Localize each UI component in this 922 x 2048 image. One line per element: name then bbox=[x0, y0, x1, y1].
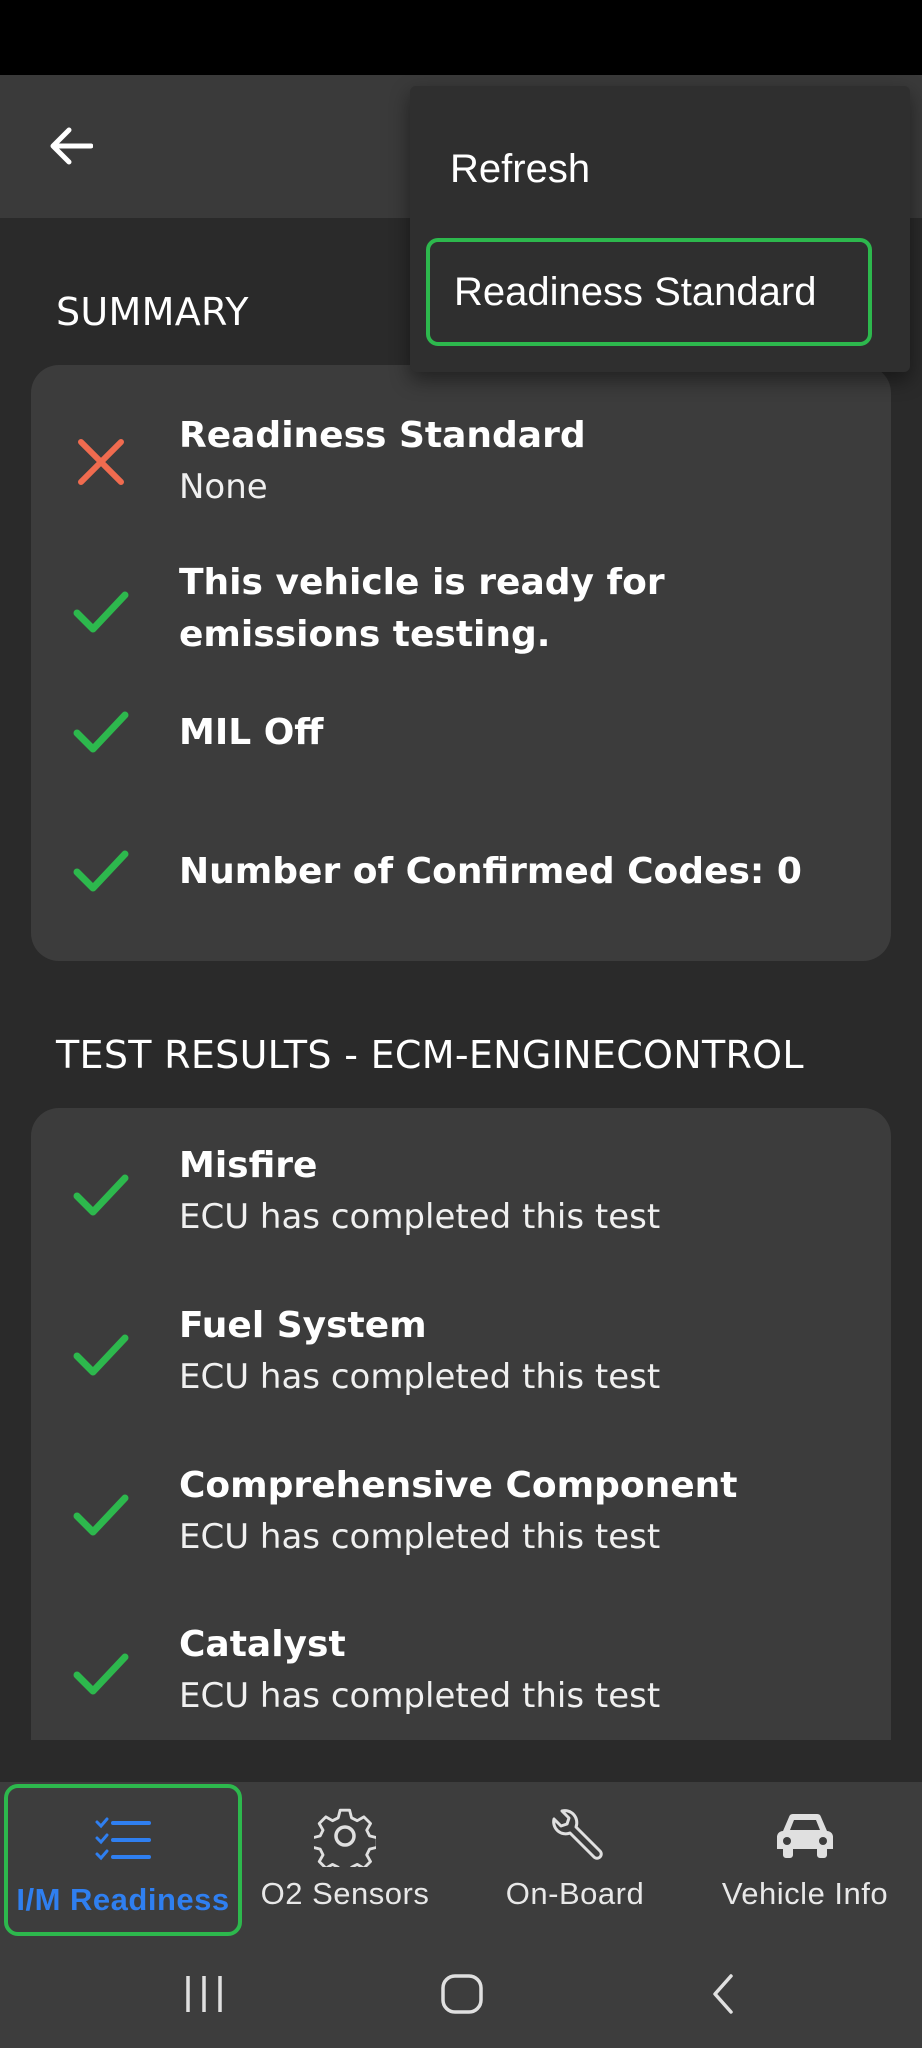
nav-label: Vehicle Info bbox=[721, 1876, 889, 1911]
result-item-subtitle: ECU has completed this test bbox=[179, 1197, 661, 1237]
checkmark-icon bbox=[73, 1653, 129, 1695]
home-icon bbox=[441, 1974, 483, 2014]
summary-item-title: This vehicle is ready for emissions test… bbox=[179, 562, 665, 655]
car-icon bbox=[773, 1804, 837, 1868]
system-back-button[interactable] bbox=[692, 1966, 752, 2022]
summary-item-title: Number of Confirmed Codes: 0 bbox=[179, 851, 802, 892]
results-card: Misfire ECU has completed this test Fuel… bbox=[31, 1108, 891, 1740]
result-item-title: Misfire bbox=[179, 1145, 318, 1186]
nav-label: I/M Readiness bbox=[16, 1882, 230, 1917]
summary-item-subtitle: None bbox=[179, 467, 268, 507]
overflow-menu: Refresh Readiness Standard bbox=[410, 86, 910, 372]
result-item-subtitle: ECU has completed this test bbox=[179, 1357, 661, 1397]
chevron-left-icon bbox=[713, 1974, 733, 2014]
result-item-subtitle: ECU has completed this test bbox=[179, 1676, 661, 1716]
result-item-title: Comprehensive Component bbox=[179, 1465, 738, 1506]
back-button[interactable] bbox=[40, 115, 102, 177]
nav-item-im-readiness[interactable]: I/M Readiness bbox=[4, 1784, 242, 1936]
checkmark-icon bbox=[73, 711, 129, 753]
results-title: TEST RESULTS - ECM-ENGINECONTROL bbox=[56, 1033, 804, 1077]
arrow-left-icon bbox=[50, 127, 93, 165]
recent-apps-button[interactable] bbox=[174, 1966, 234, 2022]
result-item-subtitle: ECU has completed this test bbox=[179, 1517, 661, 1557]
bottom-navigation: I/M Readiness O2 Sensors On-Board Vehicl… bbox=[0, 1782, 922, 1938]
menu-item-refresh[interactable]: Refresh bbox=[426, 118, 866, 220]
summary-item-title: MIL Off bbox=[179, 712, 324, 753]
recent-apps-icon bbox=[186, 1976, 222, 2012]
checkmark-icon bbox=[73, 1334, 129, 1376]
checkmark-icon bbox=[73, 1494, 129, 1536]
summary-title: SUMMARY bbox=[56, 290, 249, 334]
checkmark-icon bbox=[73, 850, 129, 892]
checkmark-icon bbox=[73, 1174, 129, 1216]
nav-item-o2-sensors[interactable]: O2 Sensors bbox=[230, 1782, 460, 1938]
checkmark-icon bbox=[73, 591, 129, 633]
wrench-icon bbox=[543, 1804, 607, 1868]
home-button[interactable] bbox=[432, 1966, 492, 2022]
nav-label: O2 Sensors bbox=[260, 1876, 430, 1911]
system-nav-bar bbox=[0, 1938, 922, 2048]
result-item-title: Catalyst bbox=[179, 1624, 346, 1665]
nav-label: On-Board bbox=[505, 1876, 645, 1911]
nav-item-vehicle-info[interactable]: Vehicle Info bbox=[690, 1782, 920, 1938]
status-bar bbox=[0, 0, 922, 75]
menu-item-readiness-standard[interactable]: Readiness Standard bbox=[426, 238, 872, 346]
cross-icon bbox=[78, 439, 124, 485]
result-item-title: Fuel System bbox=[179, 1305, 427, 1346]
nav-item-on-board[interactable]: On-Board bbox=[460, 1782, 690, 1938]
summary-item-title: Readiness Standard bbox=[179, 415, 586, 456]
gear-icon bbox=[313, 1804, 377, 1868]
checklist-icon bbox=[91, 1810, 155, 1874]
summary-card: Readiness Standard None This vehicle is … bbox=[31, 365, 891, 961]
